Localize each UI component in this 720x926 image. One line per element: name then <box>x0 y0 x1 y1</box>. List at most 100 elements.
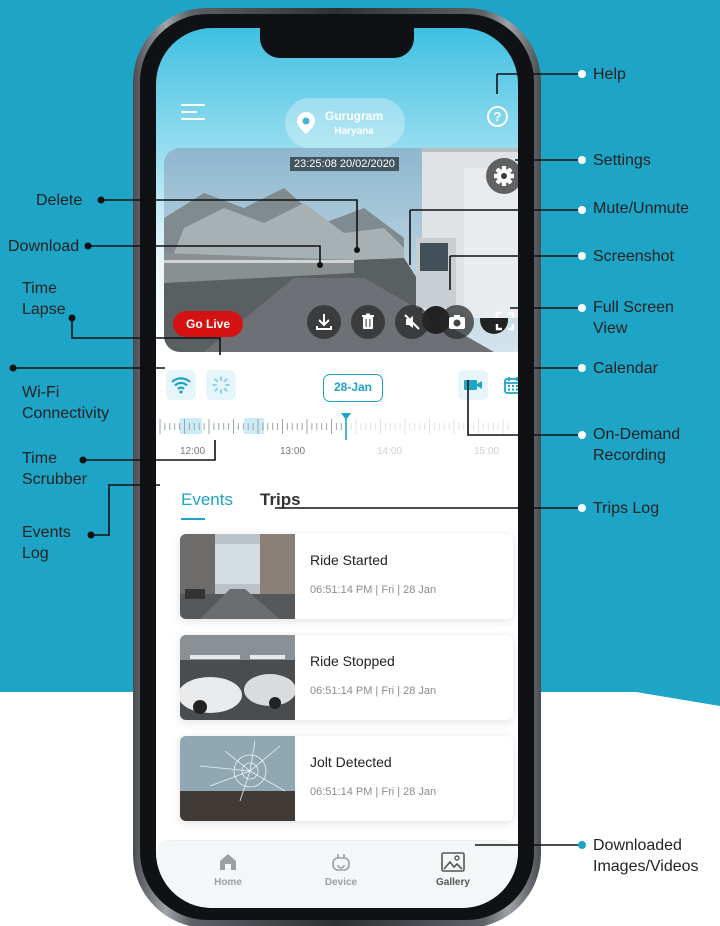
download-button[interactable] <box>307 305 341 339</box>
event-title: Jolt Detected <box>310 754 392 770</box>
callout-line: Recording <box>593 447 666 464</box>
mute-button[interactable] <box>395 305 429 339</box>
nav-label: Gallery <box>436 877 470 888</box>
timeline-tick-label: 12:00 <box>180 446 206 457</box>
timeline-tick-label: 15:00 <box>474 446 500 457</box>
tab-trips[interactable]: Trips <box>260 490 301 510</box>
callout-line: Log <box>22 545 49 562</box>
device-icon <box>332 854 350 871</box>
callout-fullscreen: Full Screen View <box>593 297 674 339</box>
callout-line: View <box>593 320 628 337</box>
wifi-icon <box>171 377 191 394</box>
event-card[interactable]: Ride Stopped 06:51:14 PM | Fri | 28 Jan <box>180 635 513 720</box>
phone-bezel: Gurugram Haryana ? 23:25:08 20/02/2020 G… <box>140 14 534 920</box>
callout-line: On-Demand <box>593 426 681 443</box>
callout-time-scrubber: Time Scrubber <box>22 448 87 490</box>
callout-line: Images/Videos <box>593 858 699 875</box>
callout-line: Connectivity <box>22 405 110 422</box>
callout-on-demand: On-Demand Recording <box>593 424 680 466</box>
active-tab-indicator <box>181 518 205 520</box>
time-lapse-button[interactable] <box>206 370 236 400</box>
nav-item-home[interactable]: Home <box>193 851 263 888</box>
screenshot-button[interactable] <box>440 305 474 339</box>
download-icon <box>316 314 332 330</box>
calendar-icon <box>504 377 518 394</box>
live-video-feed[interactable]: 23:25:08 20/02/2020 Go Live <box>164 148 518 352</box>
video-camera-icon <box>464 380 482 390</box>
callout-line: Scrubber <box>22 471 87 488</box>
location-pin-icon <box>297 112 315 134</box>
menu-icon-bar <box>181 118 205 120</box>
event-thumbnail <box>180 635 295 720</box>
callout-calendar: Calendar <box>593 360 658 377</box>
calendar-button[interactable] <box>498 370 518 400</box>
callout-line: Wi-Fi <box>22 384 60 401</box>
callout-downloaded: Downloaded Images/Videos <box>593 835 699 877</box>
playhead-marker <box>341 413 351 420</box>
phone-frame: Gurugram Haryana ? 23:25:08 20/02/2020 G… <box>133 8 541 926</box>
callout-line: Time <box>22 450 57 467</box>
nav-item-device[interactable]: Device <box>306 851 376 888</box>
callout-events-log: Events Log <box>22 522 71 564</box>
phone-notch <box>260 28 414 58</box>
event-thumbnail <box>180 534 295 619</box>
on-demand-recording-button[interactable] <box>458 370 488 400</box>
nav-label: Device <box>324 877 358 888</box>
menu-icon-bar <box>181 111 197 113</box>
callout-trips-log: Trips Log <box>593 500 660 517</box>
timeline-tick-label: 13:00 <box>280 446 306 457</box>
recorded-segment <box>180 418 202 434</box>
location-state: Haryana <box>334 126 374 137</box>
nav-label: Home <box>214 877 242 888</box>
speaker-muted-icon <box>404 314 420 330</box>
event-thumbnail <box>180 736 295 821</box>
event-time: 06:51:14 PM | Fri | 28 Jan <box>310 584 437 596</box>
tab-events[interactable]: Events <box>181 490 233 510</box>
callout-line: Events <box>22 524 71 541</box>
location-city: Gurugram <box>325 109 384 123</box>
callout-time-lapse: Time Lapse <box>22 278 66 320</box>
event-title: Ride Started <box>310 552 388 568</box>
callout-wifi: Wi-Fi Connectivity <box>22 382 109 424</box>
event-card[interactable]: Ride Started 06:51:14 PM | Fri | 28 Jan <box>180 534 513 619</box>
nav-item-gallery[interactable]: Gallery <box>418 851 488 888</box>
callout-line: Lapse <box>22 301 66 318</box>
home-icon <box>220 854 236 870</box>
callout-screenshot: Screenshot <box>593 248 674 265</box>
callout-line: Downloaded <box>593 837 682 854</box>
trash-icon <box>362 313 374 329</box>
fullscreen-button[interactable] <box>494 310 516 332</box>
event-title: Ride Stopped <box>310 653 395 669</box>
menu-icon-bar <box>181 104 205 106</box>
event-time: 06:51:14 PM | Fri | 28 Jan <box>310 685 437 697</box>
callout-line: Full Screen <box>593 299 674 316</box>
settings-button[interactable] <box>486 158 518 194</box>
callout-settings: Settings <box>593 152 651 169</box>
callout-delete: Delete <box>36 192 83 209</box>
video-timestamp: 23:25:08 20/02/2020 <box>290 157 399 171</box>
time-scrubber[interactable] <box>156 412 518 442</box>
delete-button[interactable] <box>351 305 385 339</box>
location-chip[interactable]: Gurugram Haryana <box>285 98 405 148</box>
camera-icon <box>449 315 465 329</box>
app-screen: Gurugram Haryana ? 23:25:08 20/02/2020 G… <box>156 28 518 908</box>
fullscreen-icon <box>495 311 515 331</box>
wifi-button[interactable] <box>166 370 196 400</box>
event-time: 06:51:14 PM | Fri | 28 Jan <box>310 786 437 798</box>
callout-line: Time <box>22 280 57 297</box>
callout-download: Download <box>8 238 80 255</box>
event-card[interactable]: Jolt Detected 06:51:14 PM | Fri | 28 Jan <box>180 736 513 821</box>
time-lapse-icon <box>212 376 230 394</box>
gallery-icon <box>441 852 465 872</box>
bottom-navigation: Home Device Gallery <box>156 840 518 908</box>
gear-icon <box>494 166 514 186</box>
timeline-tick-label: 14:00 <box>377 446 403 457</box>
callout-help: Help <box>593 66 626 83</box>
callout-mute: Mute/Unmute <box>593 200 690 217</box>
menu-button[interactable] <box>181 104 205 122</box>
help-button[interactable]: ? <box>487 106 508 127</box>
go-live-button[interactable]: Go Live <box>173 311 243 337</box>
recorded-segment <box>244 418 264 434</box>
date-selector[interactable]: 28-Jan <box>323 374 383 402</box>
location-text: Gurugram Haryana <box>325 109 383 137</box>
